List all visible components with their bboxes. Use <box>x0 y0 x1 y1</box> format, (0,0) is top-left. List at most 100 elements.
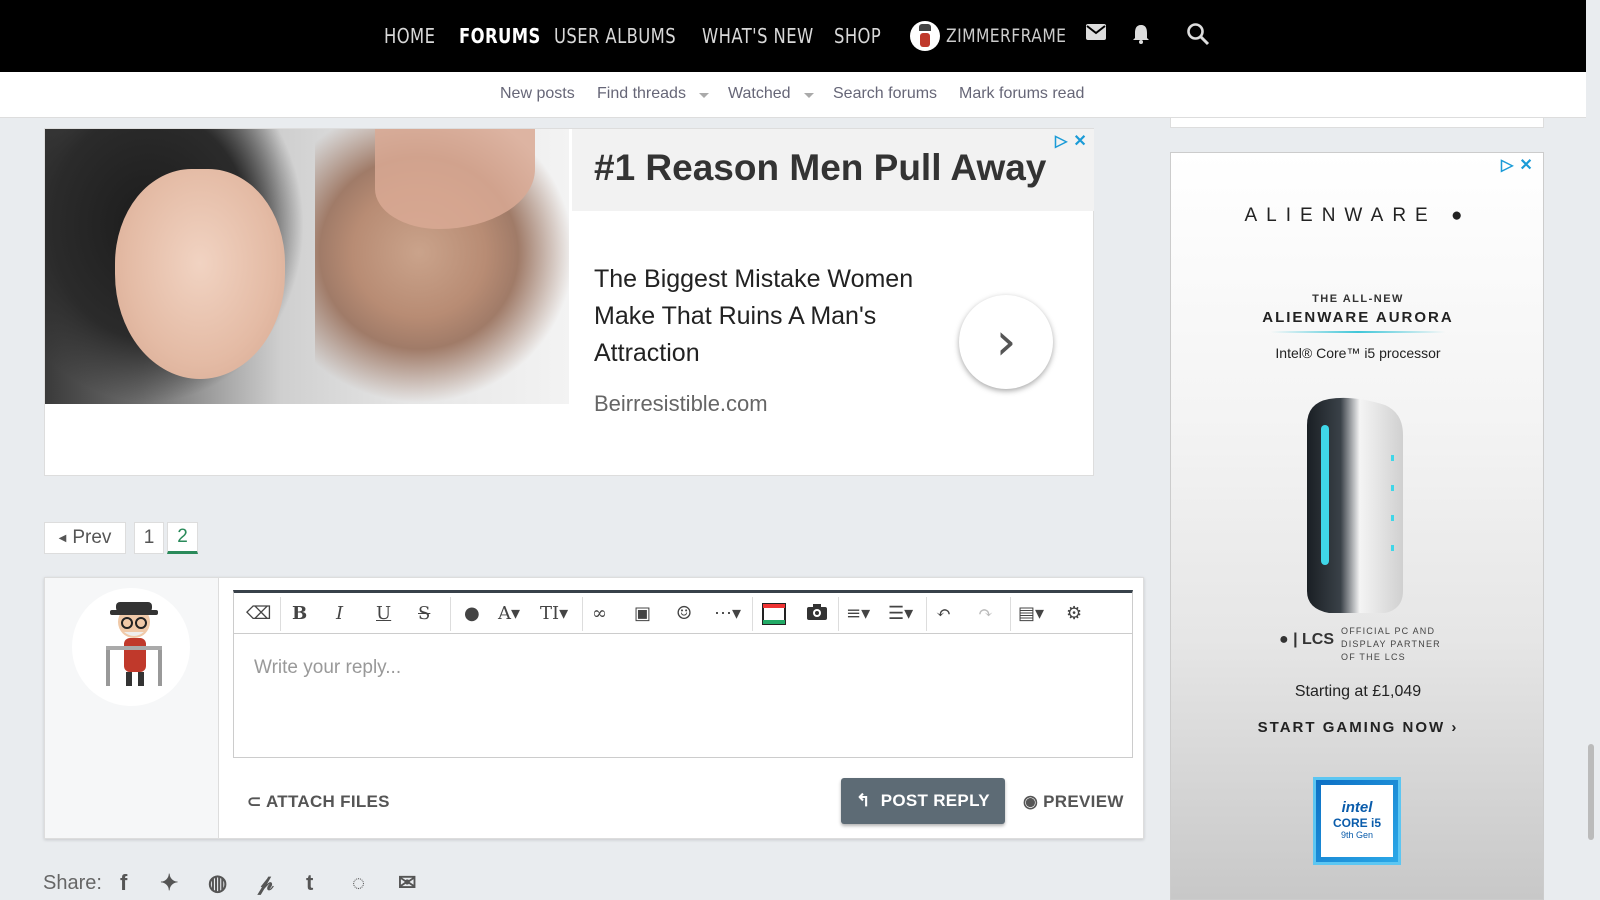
share-label: Share: <box>43 872 102 894</box>
mail-icon[interactable] <box>1086 24 1106 45</box>
ad-headline-bar: #1 Reason Men Pull Away <box>572 129 1094 211</box>
ad-product: ALIENWARE AURORA <box>1262 309 1454 326</box>
pinterest-icon[interactable]: 𝓅 <box>258 870 274 896</box>
twitter-icon[interactable]: ✦ <box>160 870 178 896</box>
strikethrough-icon[interactable]: S <box>418 603 430 624</box>
partner-line: OFFICIAL PC AND <box>1341 626 1436 636</box>
italic-icon[interactable]: I <box>336 603 343 624</box>
email-icon[interactable]: ✉ <box>398 870 416 896</box>
gear-icon[interactable]: ⚙ <box>1066 603 1082 624</box>
post-reply-button[interactable]: ↰ POST REPLY <box>841 778 1005 824</box>
ad-divider <box>1271 331 1445 333</box>
ad-headline[interactable]: #1 Reason Men Pull Away <box>594 147 1046 189</box>
subnav-search-forums[interactable]: Search forums <box>833 85 937 103</box>
drafts-icon[interactable]: ▤▾ <box>1018 603 1044 624</box>
lcs-text: LCS <box>1302 631 1335 648</box>
ad-choices[interactable]: ▷ ✕ <box>1055 131 1087 151</box>
prev-page-button[interactable]: ◀ Prev <box>44 522 126 554</box>
advertisement-banner[interactable]: #1 Reason Men Pull Away The Biggest Mist… <box>44 128 1094 476</box>
attach-files-button[interactable]: ⊂ ATTACH FILES <box>247 792 390 812</box>
ad-photo-face <box>115 169 285 379</box>
prev-label: Prev <box>72 527 112 548</box>
ad-cta[interactable]: START GAMING NOW › <box>1171 719 1543 736</box>
gif-icon[interactable] <box>762 603 786 630</box>
sidebar-advertisement[interactable]: ▷ ✕ ALIENWARE ● THE ALL-NEW ALIENWARE AU… <box>1170 152 1544 900</box>
toolbar-separator <box>582 597 583 631</box>
intel-gen: 9th Gen <box>1340 830 1374 840</box>
user-menu[interactable]: ZIMMERFRAME <box>910 20 1093 52</box>
reply-editor[interactable]: Write your reply... <box>233 633 1133 758</box>
preview-button[interactable]: ◉ PREVIEW <box>1023 792 1124 812</box>
top-navigation: HOME FORUMS USER ALBUMS WHAT'S NEW SHOP … <box>0 0 1586 72</box>
ad-pc-tower <box>1307 397 1403 613</box>
toolbar-separator <box>838 597 839 631</box>
facebook-icon[interactable]: f <box>120 870 127 896</box>
bold-icon[interactable]: B <box>292 603 307 624</box>
watched-caret-icon[interactable] <box>804 93 814 98</box>
page-2-button[interactable]: 2 <box>167 522 198 554</box>
intel-chip: CORE i5 <box>1332 816 1381 830</box>
preview-label: PREVIEW <box>1043 792 1124 811</box>
eraser-icon[interactable]: ⌫ <box>246 603 271 624</box>
toolbar-separator <box>450 597 451 631</box>
partner-line: DISPLAY PARTNER <box>1341 639 1441 649</box>
ad-kicker: THE ALL-NEW <box>1312 293 1404 305</box>
toolbar-separator <box>752 597 753 631</box>
ad-price: Starting at £1,049 <box>1294 683 1422 700</box>
undo-icon[interactable]: ↶ <box>936 603 951 624</box>
page-scrollbar[interactable] <box>1588 744 1594 840</box>
ad-arrow-button[interactable]: › <box>959 295 1053 389</box>
subnav-new-posts[interactable]: New posts <box>500 85 575 103</box>
font-family-icon[interactable]: A▾ <box>498 603 520 624</box>
nav-forums[interactable]: FORUMS <box>459 24 541 48</box>
quick-reply-box: ⌫ B I U S ● A▾ TI▾ ∞ ▣ ☺ ⋯▾ ≡▾ ☰▾ ↶ ↷ ▤▾… <box>44 577 1144 839</box>
username: ZIMMERFRAME <box>946 25 1067 47</box>
ad-body-text[interactable]: The Biggest Mistake Women Make That Ruin… <box>594 261 934 372</box>
adchoices-icon[interactable]: ▷ <box>1501 155 1513 175</box>
post-reply-label: POST REPLY <box>880 791 990 810</box>
more-options-icon[interactable]: ⋯▾ <box>714 603 741 624</box>
bell-icon[interactable] <box>1132 24 1150 49</box>
list-icon[interactable]: ☰▾ <box>888 603 913 624</box>
partner-line: OF THE LCS <box>1341 652 1406 662</box>
chevron-left-icon: ◀ <box>58 532 67 544</box>
subnav-watched[interactable]: Watched <box>728 85 791 103</box>
font-size-icon[interactable]: TI▾ <box>540 603 568 624</box>
image-icon[interactable]: ▣ <box>634 603 651 624</box>
alien-head-icon: ● <box>1451 205 1472 226</box>
page-1-button[interactable]: 1 <box>134 522 164 554</box>
ad-choices[interactable]: ▷ ✕ <box>1501 155 1533 175</box>
smilie-icon[interactable]: ☺ <box>676 603 692 624</box>
nav-whats-new[interactable]: WHAT'S NEW <box>702 24 814 48</box>
link-icon[interactable]: ∞ <box>592 603 607 624</box>
toolbar-separator <box>1010 597 1011 631</box>
nav-shop[interactable]: SHOP <box>834 24 881 48</box>
ad-photo <box>45 129 569 404</box>
tumblr-icon[interactable]: t <box>306 870 313 896</box>
search-icon[interactable] <box>1186 22 1210 51</box>
underline-icon[interactable]: U <box>376 603 391 624</box>
reply-user-column <box>45 578 219 838</box>
reply-placeholder: Write your reply... <box>254 657 402 678</box>
find-threads-caret-icon[interactable] <box>699 93 709 98</box>
user-avatar <box>910 21 940 51</box>
avatar[interactable] <box>72 588 190 706</box>
ad-close-icon[interactable]: ✕ <box>1519 155 1532 175</box>
toolbar-separator <box>280 597 281 631</box>
reddit-icon[interactable]: ◍ <box>208 870 227 896</box>
subnav-mark-forums-read[interactable]: Mark forums read <box>959 85 1084 103</box>
subnav-find-threads[interactable]: Find threads <box>597 85 686 103</box>
ad-processor: Intel® Core™ i5 processor <box>1275 345 1441 361</box>
nav-user-albums[interactable]: USER ALBUMS <box>554 24 676 48</box>
text-color-icon[interactable]: ● <box>464 603 480 624</box>
ad-domain[interactable]: Beirresistible.com <box>594 391 768 417</box>
adchoices-icon[interactable]: ▷ <box>1055 131 1067 151</box>
sub-navigation: New posts Find threads Watched Search fo… <box>0 72 1586 118</box>
whatsapp-icon[interactable]: ◌ <box>352 870 365 896</box>
lcs-logo: ● | LCS <box>1279 631 1335 648</box>
editor-toolbar: ⌫ B I U S ● A▾ TI▾ ∞ ▣ ☺ ⋯▾ ≡▾ ☰▾ ↶ ↷ ▤▾… <box>233 590 1133 634</box>
align-icon[interactable]: ≡▾ <box>846 603 870 624</box>
nav-home[interactable]: HOME <box>384 24 435 48</box>
camera-icon[interactable] <box>806 603 828 626</box>
ad-close-icon[interactable]: ✕ <box>1073 131 1086 151</box>
